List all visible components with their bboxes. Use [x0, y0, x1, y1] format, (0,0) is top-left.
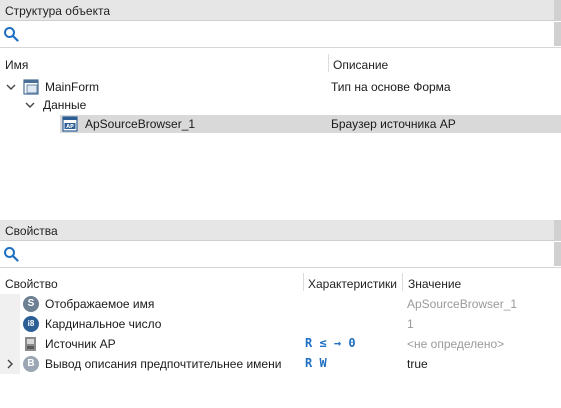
column-divider[interactable] — [303, 273, 304, 291]
property-name: Отображаемое имя — [45, 297, 155, 311]
boolean-type-icon: B — [23, 356, 39, 372]
property-value[interactable]: true — [407, 357, 428, 371]
structure-panel-header: Структура объекта — [0, 0, 561, 21]
panel-scroll-mark — [554, 220, 561, 241]
structure-search-row — [0, 22, 561, 46]
search-icon[interactable] — [3, 26, 19, 42]
row-gutter — [0, 334, 20, 354]
tree-label: MainForm — [45, 80, 100, 94]
form-icon — [23, 79, 39, 95]
string-type-icon: S — [23, 296, 39, 312]
property-row-ap-source[interactable]: Источник АР R ≤ → 0 <не определено> — [0, 334, 561, 354]
ap-source-icon — [25, 337, 36, 351]
panel-scroll-mark — [554, 0, 561, 21]
tree-label: ApSourceBrowser_1 — [85, 117, 196, 131]
panel-scroll-mark — [554, 22, 561, 46]
ap-browser-icon: AP — [62, 116, 78, 132]
chevron-down-icon[interactable] — [25, 100, 35, 110]
type-icon-letter: B — [27, 358, 35, 369]
properties-search-input[interactable] — [22, 244, 552, 263]
property-characteristics: R W — [305, 356, 327, 370]
property-value[interactable]: ApSourceBrowser_1 — [407, 297, 517, 311]
properties-search-row — [0, 242, 561, 266]
property-row-display-name[interactable]: S Отображаемое имя ApSourceBrowser_1 — [0, 294, 561, 314]
property-name: Кардинальное число — [45, 317, 162, 331]
column-divider[interactable] — [402, 273, 403, 291]
properties-panel-title: Свойства — [5, 224, 58, 238]
column-header-characteristics[interactable]: Характеристики — [308, 277, 397, 291]
property-characteristics: R ≤ → 0 — [305, 336, 356, 350]
tree-row-data[interactable]: Данные — [0, 96, 561, 114]
structure-search-input[interactable] — [22, 24, 552, 43]
search-icon[interactable] — [3, 246, 19, 262]
svg-text:AP: AP — [66, 124, 74, 130]
column-divider[interactable] — [328, 54, 329, 72]
column-header-description[interactable]: Описание — [333, 58, 388, 72]
integer-type-icon: i8 — [23, 316, 39, 332]
divider — [0, 47, 561, 48]
tree-row-apsourcebrowser[interactable]: AP ApSourceBrowser_1 Браузер источника А… — [0, 115, 561, 133]
property-value[interactable]: 1 — [407, 317, 414, 331]
chevron-right-icon[interactable] — [5, 359, 15, 369]
structure-panel-title: Структура объекта — [5, 4, 111, 18]
column-header-property[interactable]: Свойство — [5, 277, 58, 291]
tree-description: Браузер источника АР — [331, 117, 456, 131]
property-name: Вывод описания предпочтительнее имени — [45, 357, 282, 371]
tree-label: Данные — [43, 98, 87, 112]
column-header-name[interactable]: Имя — [5, 58, 28, 72]
type-icon-letter: i8 — [27, 319, 35, 328]
tree-description: Тип на основе Форма — [331, 80, 451, 94]
property-row-cardinality[interactable]: i8 Кардинальное число 1 — [0, 314, 561, 334]
divider — [0, 267, 561, 268]
property-row-description-preferred[interactable]: B Вывод описания предпочтительнее имени … — [0, 354, 561, 374]
panel-scroll-mark — [554, 242, 561, 266]
property-value[interactable]: <не определено> — [407, 337, 504, 351]
chevron-down-icon[interactable] — [6, 82, 16, 92]
property-name: Источник АР — [45, 337, 116, 351]
properties-panel-header: Свойства — [0, 220, 561, 241]
row-gutter — [0, 314, 20, 334]
row-gutter — [0, 294, 20, 314]
type-icon-letter: S — [27, 298, 35, 309]
tree-row-mainform[interactable]: MainForm Тип на основе Форма — [0, 78, 561, 96]
column-header-value[interactable]: Значение — [408, 277, 461, 291]
